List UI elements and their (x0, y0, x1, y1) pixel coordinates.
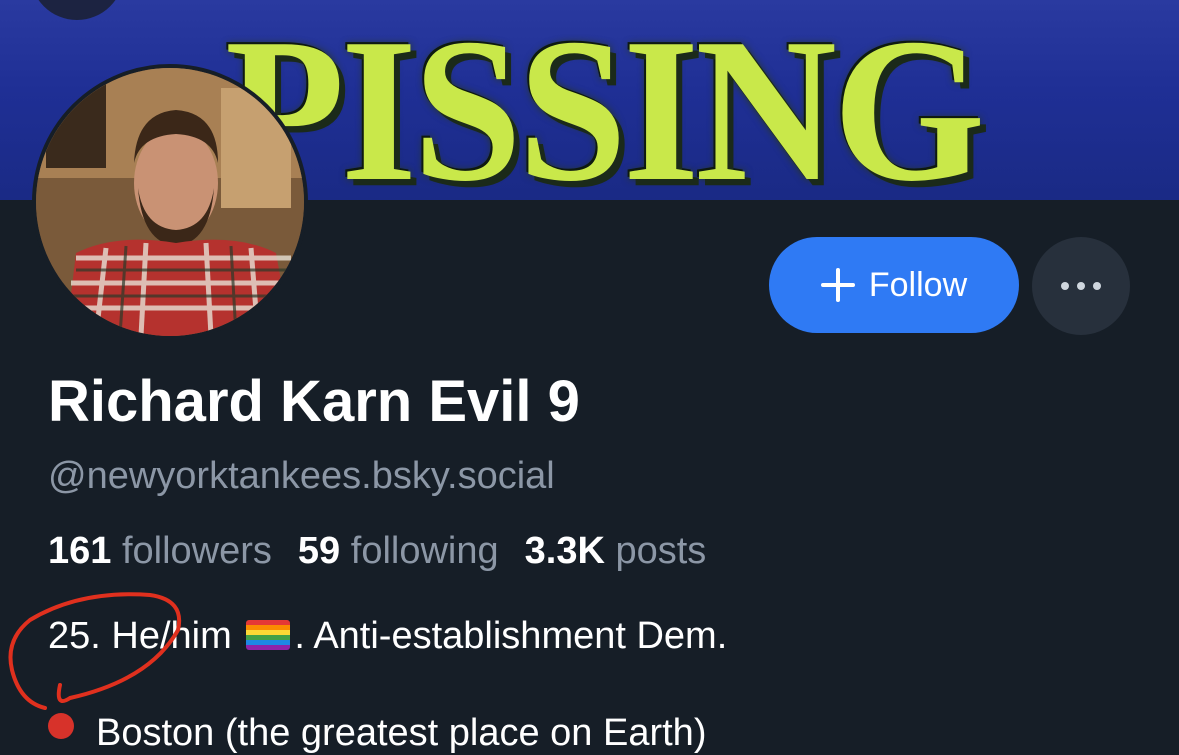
plus-icon (820, 268, 855, 302)
ellipsis-icon (1061, 282, 1069, 290)
back-button[interactable] (30, 0, 124, 20)
follow-label: Follow (868, 265, 968, 304)
avatar[interactable] (32, 64, 308, 340)
rainbow-flag-icon (246, 620, 291, 650)
followers-stat[interactable]: 161 followers (48, 530, 272, 573)
bio-line-2: Boston (the greatest place on Earth) (48, 712, 706, 755)
profile-stats: 161 followers 59 following 3.3K posts (48, 530, 706, 573)
banner-text: PISSING (225, 0, 985, 200)
profile-handle: @newyorktankees.bsky.social (48, 455, 555, 497)
pushpin-icon (48, 713, 74, 739)
more-options-button[interactable] (1032, 237, 1130, 335)
following-stat[interactable]: 59 following (298, 530, 499, 573)
display-name: Richard Karn Evil 9 (48, 369, 580, 434)
follow-button[interactable]: Follow (769, 237, 1019, 333)
bio-line-1: 25. He/him . Anti-establishment Dem. (48, 615, 728, 657)
posts-stat: 3.3K posts (524, 530, 707, 572)
